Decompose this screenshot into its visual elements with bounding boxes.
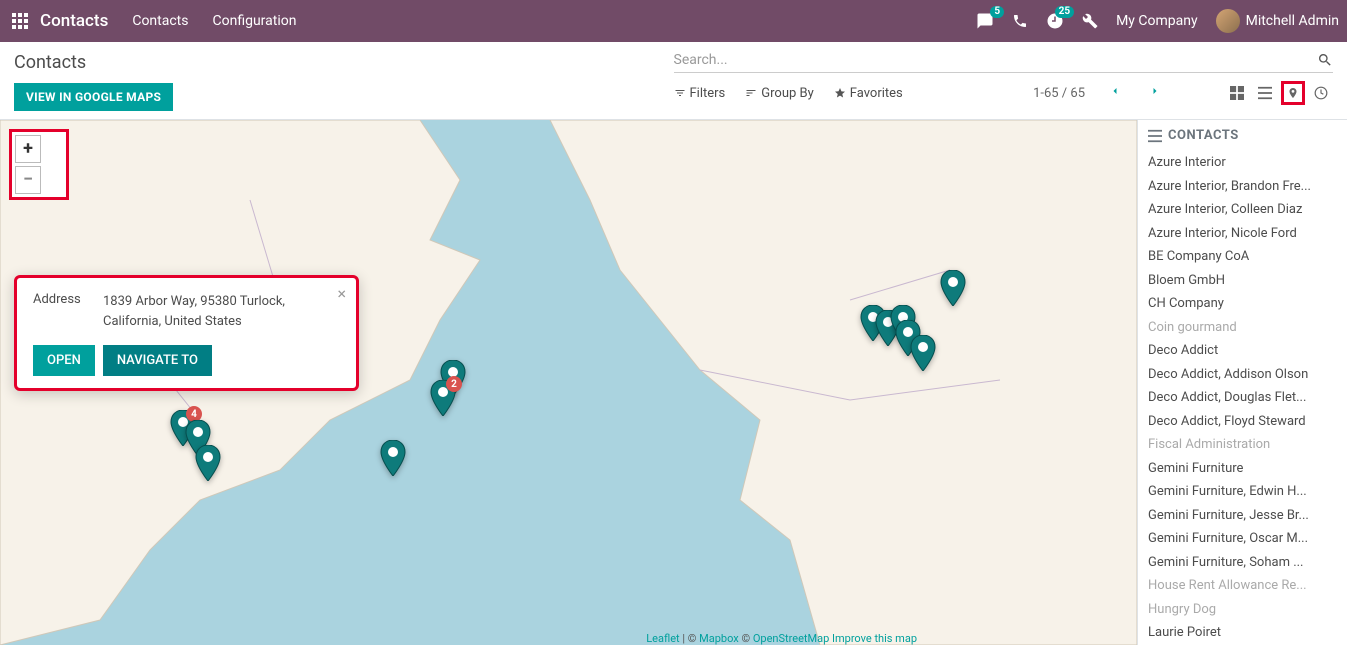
pager: 1-65 / 65 bbox=[1033, 86, 1085, 101]
chat-icon[interactable]: 5 bbox=[976, 12, 994, 30]
clock-icon[interactable]: 25 bbox=[1046, 12, 1064, 30]
list-view-icon[interactable] bbox=[1253, 81, 1277, 105]
zoom-controls: + − bbox=[9, 129, 69, 200]
sidebar-item[interactable]: Coin gourmand bbox=[1148, 316, 1337, 340]
brand: Contacts bbox=[40, 11, 108, 31]
sidebar-item[interactable]: Hungry Dog bbox=[1148, 598, 1337, 622]
control-panel: Contacts VIEW IN GOOGLE MAPS Filters Gro… bbox=[0, 42, 1347, 120]
sidebar-item[interactable]: Gemini Furniture, Edwin H... bbox=[1148, 480, 1337, 504]
sidebar-item[interactable]: Azure Interior, Brandon Fre... bbox=[1148, 175, 1337, 199]
sidebar-item[interactable]: Bloem GmbH bbox=[1148, 269, 1337, 293]
popup-address-label: Address bbox=[33, 292, 103, 331]
map-attribution: Leaflet | © Mapbox © OpenStreetMap Impro… bbox=[646, 632, 917, 645]
map[interactable]: + − × Address 1839 Arbor Way, 95380 Turl… bbox=[0, 120, 1137, 645]
next-page[interactable] bbox=[1145, 85, 1165, 101]
menu-contacts[interactable]: Contacts bbox=[132, 13, 188, 29]
company-name[interactable]: My Company bbox=[1116, 13, 1198, 29]
sidebar-item[interactable]: BE Company CoA bbox=[1148, 245, 1337, 269]
popup-address-value: 1839 Arbor Way, 95380 Turlock, Californi… bbox=[103, 292, 340, 331]
list-icon bbox=[1148, 129, 1162, 143]
map-marker[interactable] bbox=[940, 270, 966, 310]
sidebar-header: CONTACTS bbox=[1148, 128, 1337, 143]
sidebar-item[interactable]: Gemini Furniture, Jesse Br... bbox=[1148, 504, 1337, 528]
improve-link[interactable]: Improve this map bbox=[832, 632, 917, 645]
sidebar-item[interactable]: Azure Interior bbox=[1148, 151, 1337, 175]
map-view-icon[interactable] bbox=[1281, 81, 1305, 105]
map-marker[interactable] bbox=[910, 335, 936, 375]
mapbox-link[interactable]: Mapbox bbox=[699, 632, 739, 645]
apps-icon[interactable] bbox=[8, 9, 32, 33]
leaflet-link[interactable]: Leaflet bbox=[646, 632, 679, 645]
marker-count: 2 bbox=[446, 376, 462, 392]
filters-button[interactable]: Filters bbox=[674, 86, 726, 101]
search-icon[interactable] bbox=[1317, 52, 1333, 68]
prev-page[interactable] bbox=[1105, 85, 1125, 101]
contacts-sidebar: CONTACTS Azure InteriorAzure Interior, B… bbox=[1137, 120, 1347, 645]
sidebar-item[interactable]: Gemini Furniture, Oscar M... bbox=[1148, 527, 1337, 551]
tools-icon[interactable] bbox=[1082, 13, 1098, 29]
navigate-button[interactable]: NAVIGATE TO bbox=[103, 345, 212, 376]
open-button[interactable]: OPEN bbox=[33, 345, 95, 376]
map-marker[interactable] bbox=[380, 440, 406, 480]
user-name[interactable]: Mitchell Admin bbox=[1246, 13, 1339, 29]
clock-badge: 25 bbox=[1055, 6, 1074, 18]
osm-link[interactable]: OpenStreetMap bbox=[753, 632, 829, 645]
menu-configuration[interactable]: Configuration bbox=[213, 13, 297, 29]
chat-badge: 5 bbox=[990, 6, 1004, 18]
zoom-in-button[interactable]: + bbox=[15, 135, 41, 163]
activity-view-icon[interactable] bbox=[1309, 81, 1333, 105]
favorites-button[interactable]: Favorites bbox=[834, 86, 903, 101]
close-icon[interactable]: × bbox=[337, 284, 346, 303]
avatar[interactable] bbox=[1216, 9, 1240, 33]
view-in-google-maps-button[interactable]: VIEW IN GOOGLE MAPS bbox=[14, 83, 173, 111]
sidebar-item[interactable]: Laurie Poiret bbox=[1148, 621, 1337, 645]
map-marker[interactable] bbox=[195, 445, 221, 485]
sidebar-item[interactable]: Deco Addict, Addison Olson bbox=[1148, 363, 1337, 387]
groupby-button[interactable]: Group By bbox=[745, 86, 814, 101]
sidebar-item[interactable]: Deco Addict bbox=[1148, 339, 1337, 363]
sidebar-item[interactable]: Gemini Furniture, Soham ... bbox=[1148, 551, 1337, 575]
topbar: Contacts Contacts Configuration 5 25 My … bbox=[0, 0, 1347, 42]
phone-icon[interactable] bbox=[1012, 13, 1028, 29]
sidebar-item[interactable]: CH Company bbox=[1148, 292, 1337, 316]
sidebar-item[interactable]: Fiscal Administration bbox=[1148, 433, 1337, 457]
kanban-view-icon[interactable] bbox=[1225, 81, 1249, 105]
sidebar-item[interactable]: Deco Addict, Floyd Steward bbox=[1148, 410, 1337, 434]
zoom-out-button[interactable]: − bbox=[15, 166, 41, 194]
search-input[interactable] bbox=[674, 52, 1318, 68]
sidebar-item[interactable]: Gemini Furniture bbox=[1148, 457, 1337, 481]
sidebar-item[interactable]: Azure Interior, Colleen Diaz bbox=[1148, 198, 1337, 222]
sidebar-item[interactable]: Azure Interior, Nicole Ford bbox=[1148, 222, 1337, 246]
marker-popup: × Address 1839 Arbor Way, 95380 Turlock,… bbox=[14, 275, 359, 391]
page-title: Contacts bbox=[14, 52, 674, 73]
content: + − × Address 1839 Arbor Way, 95380 Turl… bbox=[0, 120, 1347, 645]
sidebar-item[interactable]: House Rent Allowance Re... bbox=[1148, 574, 1337, 598]
sidebar-item[interactable]: Deco Addict, Douglas Flet... bbox=[1148, 386, 1337, 410]
map-marker[interactable]: 2 bbox=[430, 380, 456, 420]
